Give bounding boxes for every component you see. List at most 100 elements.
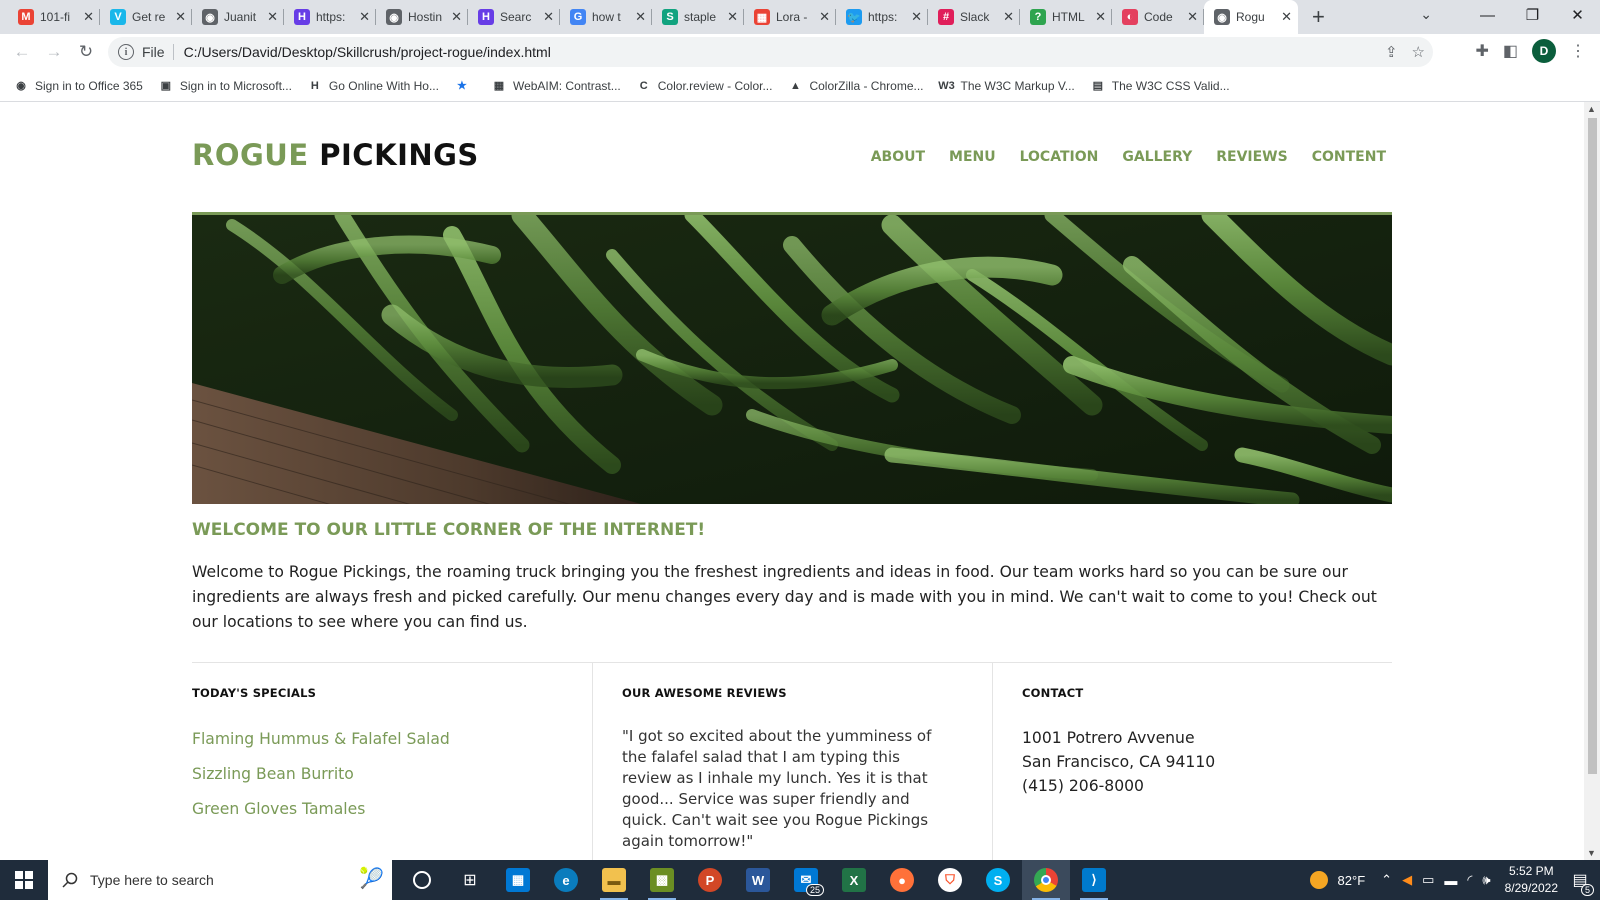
store-icon[interactable]: ▦	[494, 860, 542, 900]
share-icon[interactable]: ⇪	[1385, 43, 1398, 61]
edge-icon[interactable]: e	[542, 860, 590, 900]
brave-shield-icon[interactable]: ⛉	[926, 860, 974, 900]
bookmark-favicon-icon: ▤	[1092, 80, 1103, 92]
scroll-up-arrow-icon[interactable]: ▲	[1587, 104, 1596, 114]
browser-tab[interactable]: ◉ Rogu ✕	[1204, 0, 1298, 34]
extensions-icon[interactable]: ✚	[1475, 41, 1488, 61]
tab-title: Slack	[960, 10, 990, 24]
address-url[interactable]: C:/Users/David/Desktop/Skillcrush/projec…	[184, 44, 551, 60]
browser-tab[interactable]: Hhttps: ✕	[284, 0, 376, 34]
back-button[interactable]: ←	[6, 42, 38, 62]
tab-search-icon[interactable]: ⌄	[1420, 6, 1432, 23]
bookmark-favicon-icon: ▣	[160, 80, 172, 92]
special-item: Green Gloves Tamales	[192, 800, 366, 818]
page-scrollbar[interactable]: ▲ ▼	[1584, 102, 1600, 860]
tab-close-icon[interactable]: ✕	[267, 9, 278, 25]
minimize-button[interactable]: —	[1465, 7, 1510, 24]
browser-tab[interactable]: V Get re ✕	[100, 0, 192, 34]
tab-close-icon[interactable]: ✕	[543, 9, 554, 25]
temperature[interactable]: 82°F	[1338, 873, 1366, 888]
tray-chevron-icon[interactable]: ⌃	[1381, 872, 1392, 888]
tab-title: Lora -	[776, 10, 808, 24]
skype-icon[interactable]: S	[974, 860, 1022, 900]
mail-icon[interactable]: ✉ 25	[782, 860, 830, 900]
bookmark-item[interactable]: ★	[455, 79, 476, 93]
tab-close-icon[interactable]: ✕	[83, 9, 94, 25]
menu-kebab-icon[interactable]: ⋮	[1570, 41, 1586, 61]
battery-icon[interactable]: ▬	[1444, 873, 1457, 888]
new-tab-button[interactable]: +	[1312, 0, 1325, 34]
site-info-icon[interactable]: i	[118, 44, 134, 60]
nav-link-about[interactable]: ABOUT	[871, 149, 925, 165]
bookmark-item[interactable]: H Go Online With Ho...	[308, 79, 439, 93]
browser-tab[interactable]: ◐ Code ✕	[1112, 0, 1204, 34]
nav-link-gallery[interactable]: GALLERY	[1122, 149, 1192, 165]
browser-tab[interactable]: ◉ Juanit ✕	[192, 0, 284, 34]
browser-tab[interactable]: ▦ Lora - ✕	[744, 0, 836, 34]
side-panel-icon[interactable]: ◧	[1503, 41, 1518, 61]
bookmark-item[interactable]: ▤ The W3C CSS Valid...	[1091, 79, 1230, 93]
profile-avatar[interactable]: D	[1532, 39, 1556, 63]
meet-now-icon[interactable]: ▭	[1422, 872, 1434, 888]
start-button[interactable]	[0, 860, 48, 900]
weather-sun-icon[interactable]	[1309, 871, 1328, 889]
powerpoint-icon[interactable]: P	[686, 860, 734, 900]
browser-tab[interactable]: # Slack ✕	[928, 0, 1020, 34]
browser-tab[interactable]: ? HTML ✕	[1020, 0, 1112, 34]
scroll-down-arrow-icon[interactable]: ▼	[1587, 848, 1596, 858]
task-view-button[interactable]	[398, 860, 446, 900]
tab-close-icon[interactable]: ✕	[911, 9, 922, 25]
tab-close-icon[interactable]: ✕	[451, 9, 462, 25]
green-beans-image	[192, 215, 1392, 504]
bookmark-item[interactable]: ▲ ColorZilla - Chrome...	[788, 79, 923, 93]
nav-link-location[interactable]: LOCATION	[1020, 149, 1099, 165]
notification-center-icon[interactable]: ▤ 5	[1568, 868, 1594, 896]
volume-icon[interactable]: 🕪	[1482, 872, 1490, 888]
browser-tab[interactable]: ◉ Hostin ✕	[376, 0, 468, 34]
browser-tab[interactable]: H Searc ✕	[468, 0, 560, 34]
close-window-button[interactable]: ✕	[1555, 6, 1600, 24]
minecraft-icon[interactable]: ▩	[638, 860, 686, 900]
tab-favicon-icon: ◐	[1122, 9, 1138, 25]
clock[interactable]: 5:52 PM 8/29/2022	[1505, 863, 1558, 897]
contact-phone[interactable]: (415) 206-8000	[1022, 774, 1392, 798]
firefox-icon[interactable]: ●	[878, 860, 926, 900]
speaker-alert-icon[interactable]: ◀	[1402, 872, 1412, 888]
address-bar[interactable]: i File C:/Users/David/Desktop/Skillcrush…	[108, 37, 1433, 67]
tab-close-icon[interactable]: ✕	[359, 9, 370, 25]
word-icon[interactable]: W	[734, 860, 782, 900]
browser-tab[interactable]: Ghow t ✕	[560, 0, 652, 34]
reload-button[interactable]: ↻	[70, 42, 102, 62]
tab-close-icon[interactable]: ✕	[1281, 9, 1292, 25]
excel-icon[interactable]: X	[830, 860, 878, 900]
browser-tab[interactable]: Sstaple ✕	[652, 0, 744, 34]
bookmark-item[interactable]: ▣ Sign in to Microsoft...	[159, 79, 292, 93]
forward-button[interactable]: →	[38, 42, 70, 62]
wifi-icon[interactable]: ◜	[1467, 872, 1472, 888]
browser-tab[interactable]: M 101-fi ✕	[8, 0, 100, 34]
bookmark-item[interactable]: ▦ WebAIM: Contrast...	[492, 79, 621, 93]
nav-link-content[interactable]: CONTENT	[1312, 149, 1386, 165]
site-logo[interactable]: ROGUE PICKINGS	[192, 138, 479, 172]
vscode-icon[interactable]: ⟩	[1070, 860, 1118, 900]
tab-close-icon[interactable]: ✕	[1187, 9, 1198, 25]
tab-close-icon[interactable]: ✕	[1095, 9, 1106, 25]
task-view-icon[interactable]: ⊞	[446, 860, 494, 900]
tab-close-icon[interactable]: ✕	[727, 9, 738, 25]
tab-close-icon[interactable]: ✕	[175, 9, 186, 25]
taskbar-search[interactable]: Type here to search 🎾	[48, 860, 392, 900]
chrome-icon[interactable]	[1022, 860, 1070, 900]
nav-link-reviews[interactable]: REVIEWS	[1216, 149, 1287, 165]
browser-tab[interactable]: 🐦 https: ✕	[836, 0, 928, 34]
nav-link-menu[interactable]: MENU	[949, 149, 996, 165]
tab-close-icon[interactable]: ✕	[635, 9, 646, 25]
bookmark-item[interactable]: C Color.review - Color...	[637, 79, 773, 93]
file-explorer-icon[interactable]: ▬	[590, 860, 638, 900]
bookmark-item[interactable]: ◉ Sign in to Office 365	[14, 79, 143, 93]
tab-close-icon[interactable]: ✕	[819, 9, 830, 25]
bookmark-item[interactable]: W3 The W3C Markup V...	[938, 79, 1075, 93]
scrollbar-thumb[interactable]	[1588, 118, 1597, 774]
tab-close-icon[interactable]: ✕	[1003, 9, 1014, 25]
bookmark-star-icon[interactable]: ☆	[1412, 43, 1425, 61]
restore-button[interactable]: ❐	[1510, 6, 1555, 24]
